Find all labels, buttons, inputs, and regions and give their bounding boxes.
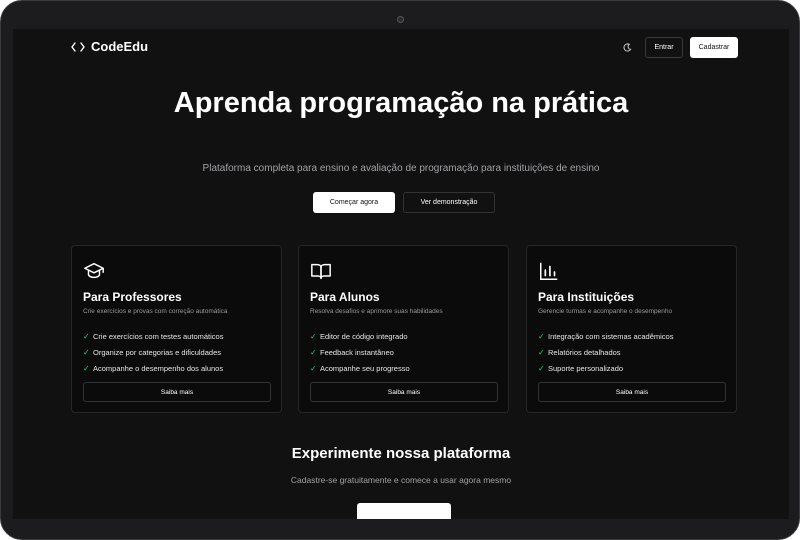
feature-list: ✓ Integração com sistemas acadêmicos ✓ Rel…	[538, 328, 673, 376]
card-description: Crie exercícios e provas com correção au…	[83, 308, 228, 315]
feature-item: ✓ Acompanhe seu progresso	[310, 360, 410, 376]
check-icon: ✓	[310, 363, 317, 373]
camera-icon	[397, 16, 404, 23]
feature-text: Organize por categorias e dificuldades	[93, 347, 221, 357]
check-icon: ✓	[310, 331, 317, 341]
card-title: Para Instituições	[538, 290, 635, 304]
feature-text: Integração com sistemas acadêmicos	[548, 331, 674, 341]
feature-item: ✓ Organize por categorias e dificuldades	[83, 344, 223, 360]
card-description: Gerencie turmas e acompanhe o desempenho	[538, 308, 673, 315]
try-section-title: Experimente nossa plataforma	[291, 445, 511, 462]
card-title: Para Professores	[83, 290, 182, 304]
check-icon: ✓	[538, 363, 545, 373]
laptop-frame: CodeEdu Entrar Cadastrar Aprenda program…	[0, 0, 800, 540]
learn-more-button[interactable]: Saiba mais	[310, 382, 498, 402]
check-icon: ✓	[83, 331, 90, 341]
try-section-button[interactable]	[357, 503, 451, 519]
feature-item: ✓ Integração com sistemas acadêmicos	[538, 328, 673, 344]
feature-text: Editor de código integrado	[320, 331, 408, 341]
check-icon: ✓	[538, 331, 545, 341]
brand-logo[interactable]: CodeEdu	[71, 39, 148, 54]
top-navbar: CodeEdu Entrar Cadastrar	[13, 29, 789, 65]
card-teachers: Para Professores Crie exercícios e prova…	[71, 245, 282, 413]
check-icon: ✓	[83, 347, 90, 357]
check-icon: ✓	[83, 363, 90, 373]
feature-text: Crie exercícios com testes automáticos	[93, 331, 224, 341]
hero-title: Aprenda programação na prática	[173, 87, 629, 119]
graduation-cap-icon	[84, 262, 104, 279]
bar-chart-icon	[540, 262, 558, 280]
try-section-subtitle: Cadastre-se gratuitamente e comece a usa…	[290, 475, 512, 485]
feature-list: ✓ Editor de código integrado ✓ Feedback in…	[310, 328, 410, 376]
learn-more-button[interactable]: Saiba mais	[538, 382, 726, 402]
feature-text: Acompanhe seu progresso	[320, 363, 410, 373]
card-title: Para Alunos	[310, 290, 380, 304]
card-students: Para Alunos Resolva desafios e aprimore …	[298, 245, 509, 413]
hero-subtitle: Plataforma completa para ensino e avalia…	[202, 163, 600, 174]
theme-toggle-button[interactable]	[619, 39, 635, 55]
login-button[interactable]: Entrar	[645, 37, 683, 58]
feature-text: Suporte personalizado	[548, 363, 624, 373]
start-now-button[interactable]: Começar agora	[313, 192, 395, 213]
check-icon: ✓	[538, 347, 545, 357]
feature-item: ✓ Suporte personalizado	[538, 360, 673, 376]
feature-item: ✓ Relatórios detalhados	[538, 344, 673, 360]
view-demo-button[interactable]: Ver demonstração	[403, 192, 495, 213]
feature-item: ✓ Editor de código integrado	[310, 328, 410, 344]
brand-name: CodeEdu	[91, 39, 149, 54]
feature-item: ✓ Acompanhe o desempenho dos alunos	[83, 360, 223, 376]
check-icon: ✓	[310, 347, 317, 357]
signup-button[interactable]: Cadastrar	[690, 37, 738, 58]
feature-text: Relatórios detalhados	[548, 347, 621, 357]
moon-icon	[622, 42, 631, 51]
open-book-icon	[311, 263, 331, 280]
feature-list: ✓ Crie exercícios com testes automáticos …	[83, 328, 223, 376]
code-brackets-icon	[71, 41, 85, 52]
learn-more-button[interactable]: Saiba mais	[83, 382, 271, 402]
browser-screen: CodeEdu Entrar Cadastrar Aprenda program…	[13, 29, 789, 519]
feature-item: ✓ Crie exercícios com testes automáticos	[83, 328, 223, 344]
card-description: Resolva desafios e aprimore suas habilid…	[310, 308, 443, 315]
feature-item: ✓ Feedback instantâneo	[310, 344, 410, 360]
feature-text: Acompanhe o desempenho dos alunos	[93, 363, 224, 373]
feature-text: Feedback instantâneo	[320, 347, 394, 357]
card-institutions: Para Instituições Gerencie turmas e acom…	[526, 245, 737, 413]
